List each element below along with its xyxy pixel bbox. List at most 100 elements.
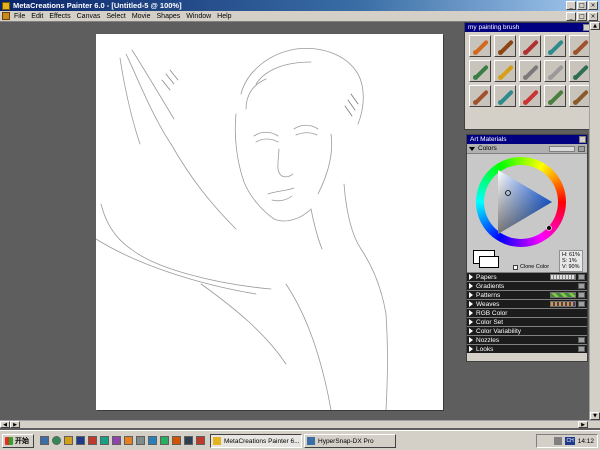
section-weaves[interactable]: Weaves: [467, 299, 587, 308]
network-icon[interactable]: [100, 436, 109, 445]
section-menu-button[interactable]: [578, 274, 585, 280]
brush-variant-button[interactable]: [569, 35, 591, 57]
scroll-up-icon[interactable]: ▲: [590, 22, 600, 30]
expand-triangle-icon[interactable]: [469, 346, 473, 352]
scroll-right-icon[interactable]: ▶: [10, 421, 20, 428]
menu-file[interactable]: File: [14, 13, 25, 20]
tool-icon[interactable]: [136, 436, 145, 445]
brush-variant-button[interactable]: [544, 85, 566, 107]
doc-minimize-button[interactable]: _: [566, 12, 576, 21]
expand-triangle-icon[interactable]: [469, 274, 473, 280]
clone-color-checkbox[interactable]: [513, 265, 518, 270]
menu-movie[interactable]: Movie: [132, 13, 151, 20]
tray-app-icon[interactable]: [554, 437, 563, 445]
brush-variant-button[interactable]: [569, 60, 591, 82]
media-icon[interactable]: [88, 436, 97, 445]
brush-variant-button[interactable]: [519, 85, 541, 107]
app-icon[interactable]: [112, 436, 121, 445]
saturation-value-triangle[interactable]: [486, 166, 556, 238]
menu-help[interactable]: Help: [217, 13, 231, 20]
brush-variant-button[interactable]: [469, 35, 491, 57]
section-menu-button[interactable]: [578, 292, 585, 298]
maximize-button[interactable]: □: [577, 1, 587, 10]
brush-palette-title[interactable]: my painting brush: [465, 23, 591, 32]
brush-variant-button[interactable]: [569, 85, 591, 107]
brush-tip-icon: [548, 75, 553, 80]
expand-triangle-icon[interactable]: [469, 328, 473, 334]
section-color-set[interactable]: Color Set: [467, 317, 587, 326]
language-indicator[interactable]: CH: [565, 437, 575, 445]
brush-variant-button[interactable]: [544, 60, 566, 82]
hue-ring[interactable]: [476, 157, 566, 247]
expand-triangle-icon[interactable]: [469, 283, 473, 289]
scroll-down-icon[interactable]: ▼: [590, 412, 600, 420]
section-rgb-color[interactable]: RGB Color: [467, 308, 587, 317]
expand-triangle-icon[interactable]: [469, 310, 473, 316]
section-menu-button[interactable]: [578, 301, 585, 307]
colors-section-header[interactable]: Colors: [467, 144, 587, 154]
brush-variant-button[interactable]: [519, 35, 541, 57]
mail-icon[interactable]: [148, 436, 157, 445]
expand-triangle-icon[interactable]: [469, 301, 473, 307]
menu-edit[interactable]: Edit: [31, 13, 43, 20]
clock[interactable]: 14:12: [578, 438, 594, 445]
expand-triangle-icon[interactable]: [469, 337, 473, 343]
task-painter[interactable]: MetaCreations Painter 6...: [210, 434, 302, 448]
brush-variant-button[interactable]: [494, 85, 516, 107]
scroll-right-end-icon[interactable]: ▶: [578, 421, 588, 428]
painter-app-icon[interactable]: [2, 1, 10, 10]
panel-close-icon[interactable]: [579, 136, 586, 143]
brush-variant-button[interactable]: [494, 60, 516, 82]
doc-close-button[interactable]: ×: [588, 12, 598, 21]
expand-triangle-icon[interactable]: [469, 292, 473, 298]
browser-icon[interactable]: [52, 436, 61, 445]
section-menu-button[interactable]: [578, 283, 585, 289]
menu-canvas[interactable]: Canvas: [77, 13, 101, 20]
menu-shapes[interactable]: Shapes: [157, 13, 181, 20]
brush-variant-button[interactable]: [519, 60, 541, 82]
section-looks[interactable]: Looks: [467, 344, 587, 353]
brush-variant-button[interactable]: [494, 35, 516, 57]
desktop-icon[interactable]: [40, 436, 49, 445]
pdf-icon[interactable]: [196, 436, 205, 445]
word-icon[interactable]: [76, 436, 85, 445]
section-label: Color Set: [476, 318, 504, 326]
section-color-variability[interactable]: Color Variability: [467, 326, 587, 335]
menu-select[interactable]: Select: [106, 13, 125, 20]
hue-picker-icon[interactable]: [546, 225, 552, 231]
drawing-canvas[interactable]: [96, 34, 443, 410]
folder-icon[interactable]: [64, 436, 73, 445]
collapse-triangle-icon[interactable]: [469, 146, 475, 151]
brush-variant-button[interactable]: [544, 35, 566, 57]
doc-restore-button[interactable]: □: [577, 12, 587, 21]
brush-variant-button[interactable]: [469, 85, 491, 107]
terminal-icon[interactable]: [184, 436, 193, 445]
art-materials-title[interactable]: Art Materials: [467, 135, 587, 144]
section-gradients[interactable]: Gradients: [467, 281, 587, 290]
menu-effects[interactable]: Effects: [49, 13, 70, 20]
close-button[interactable]: ×: [588, 1, 598, 10]
expand-triangle-icon[interactable]: [469, 319, 473, 325]
section-menu-button[interactable]: [578, 146, 585, 152]
minimize-button[interactable]: _: [566, 1, 576, 10]
section-menu-button[interactable]: [578, 337, 585, 343]
secondary-color-swatch[interactable]: [479, 256, 499, 268]
section-nozzles[interactable]: Nozzles: [467, 335, 587, 344]
camera-icon[interactable]: [172, 436, 181, 445]
menu-window[interactable]: Window: [186, 13, 211, 20]
start-button[interactable]: 开始: [2, 434, 34, 448]
horizontal-scrollbar[interactable]: ◀ ▶ ▶: [0, 420, 600, 428]
clone-color-label: Clone Color: [520, 264, 550, 270]
task-hypersnap[interactable]: HyperSnap-DX Pro: [304, 434, 396, 448]
section-patterns[interactable]: Patterns: [467, 290, 587, 299]
vertical-scrollbar[interactable]: ▲ ▼: [589, 22, 600, 420]
scroll-left-icon[interactable]: ◀: [0, 421, 10, 428]
paint-icon[interactable]: [124, 436, 133, 445]
windows-logo-icon: [5, 437, 13, 445]
document-icon[interactable]: [2, 12, 10, 20]
section-papers[interactable]: Papers: [467, 272, 587, 281]
section-menu-button[interactable]: [578, 346, 585, 352]
brush-variant-button[interactable]: [469, 60, 491, 82]
pencil-sketch: [96, 48, 388, 410]
chat-icon[interactable]: [160, 436, 169, 445]
